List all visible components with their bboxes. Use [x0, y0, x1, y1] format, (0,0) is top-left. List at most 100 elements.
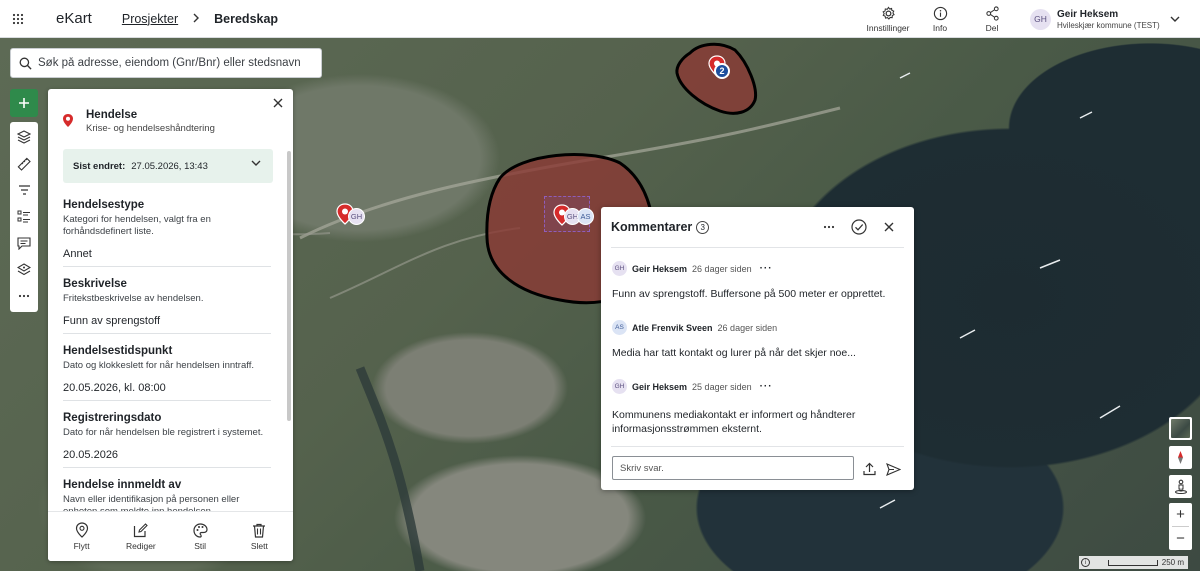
reply-input[interactable] — [612, 456, 854, 480]
settings-button[interactable]: Innstillinger — [862, 0, 914, 38]
panel-close-button[interactable] — [271, 96, 285, 110]
comment-more-button[interactable]: ··· — [760, 381, 773, 391]
basemap-switcher[interactable] — [1169, 417, 1192, 440]
zoom-control: + − — [1169, 503, 1192, 550]
breadcrumb-parent-link[interactable]: Prosjekter — [122, 12, 178, 26]
user-name: Geir Heksem — [1057, 8, 1119, 20]
style-button[interactable]: Stil — [175, 522, 225, 551]
layers-icon — [17, 130, 31, 144]
field-title: Hendelse innmeldt av — [63, 479, 182, 491]
zoom-in-button[interactable]: + — [1169, 503, 1192, 526]
divider — [63, 400, 271, 401]
info-icon — [933, 6, 947, 20]
chevron-down-icon — [1170, 16, 1180, 22]
comments-resolve-button[interactable] — [844, 217, 874, 237]
layers-button[interactable] — [10, 124, 38, 151]
share-label: Del — [985, 22, 999, 33]
scale-label: 250 m — [1161, 558, 1184, 567]
scale-line — [1107, 559, 1158, 566]
share-button[interactable]: Del — [966, 0, 1018, 38]
divider — [63, 333, 271, 334]
filter-button[interactable] — [10, 177, 38, 204]
field-beskrivelse: Beskrivelse Fritekstbeskrivelse av hende… — [63, 278, 271, 327]
comment-text: Funn av sprengstoff. Buffersone på 500 m… — [612, 288, 886, 300]
compass-button[interactable] — [1169, 446, 1192, 469]
marker-avatar-as[interactable]: AS — [577, 208, 594, 225]
user-menu[interactable]: GH Geir Heksem Hvileskjær kommune (TEST) — [1030, 0, 1200, 38]
comments-close-button[interactable] — [874, 217, 904, 237]
user-avatar: GH — [1030, 8, 1051, 30]
trash-icon — [253, 523, 266, 538]
field-desc: Dato for når hendelsen ble registrert i … — [63, 427, 264, 438]
delete-button[interactable]: Slett — [234, 523, 284, 551]
comment-avatar: GH — [612, 261, 627, 276]
panel-subtitle: Krise- og hendelseshåndtering — [86, 123, 215, 134]
comment-time: 26 dager siden — [692, 263, 752, 274]
details-panel: Hendelse Krise- og hendelseshåndtering S… — [48, 89, 293, 561]
field-title: Hendelsestype — [63, 199, 145, 211]
panel-title: Hendelse — [86, 109, 138, 121]
comment-more-button[interactable]: ··· — [760, 263, 773, 273]
left-toolbar — [10, 122, 38, 312]
field-registreringsdato: Registreringsdato Dato for når hendelsen… — [63, 412, 271, 461]
panel-scrollbar[interactable] — [287, 151, 291, 421]
panel-footer: Flytt Rediger Stil Slett — [48, 511, 293, 561]
comment-time: 26 dager siden — [717, 322, 778, 333]
share-icon — [985, 5, 999, 21]
field-title: Hendelsestidspunkt — [63, 345, 173, 357]
delete-label: Slett — [250, 540, 268, 551]
marker-avatar-left[interactable]: GH — [348, 208, 365, 225]
send-button[interactable] — [884, 460, 902, 478]
basemap-button[interactable] — [10, 257, 38, 284]
field-title: Registreringsdato — [63, 412, 162, 424]
chevron-right-icon — [192, 12, 200, 26]
attach-button[interactable] — [860, 460, 878, 478]
more-icon — [18, 295, 30, 298]
top-bar: eKart Prosjekter Beredskap Innstillinger… — [0, 0, 1200, 38]
last-changed-label: Sist endret: — [73, 160, 126, 172]
more-icon — [823, 225, 835, 229]
upload-icon — [862, 462, 876, 476]
zoom-out-button[interactable]: − — [1169, 527, 1192, 550]
breadcrumb-current: Beredskap — [214, 11, 279, 26]
last-changed-value: 27.05.2026, 13:43 — [131, 160, 208, 172]
field-hendelsestype: Hendelsestype Kategori for hendelsen, va… — [63, 199, 271, 260]
list-button[interactable] — [10, 204, 38, 231]
move-button[interactable]: Flytt — [57, 522, 107, 551]
search-input[interactable] — [38, 57, 318, 69]
location-button[interactable] — [1169, 475, 1192, 498]
comments-more-button[interactable] — [814, 217, 844, 237]
field-value: Annet — [63, 248, 92, 260]
attribution-info-icon[interactable]: i — [1080, 558, 1090, 567]
pin-icon — [75, 522, 88, 538]
cluster-badge[interactable]: 2 — [714, 63, 730, 79]
user-org: Hvileskjær kommune (TEST) — [1057, 20, 1160, 30]
person-location-icon — [1174, 479, 1187, 494]
settings-label: Innstillinger — [866, 22, 910, 33]
more-tools-button[interactable] — [10, 283, 38, 310]
measure-button[interactable] — [10, 151, 38, 178]
palette-icon — [193, 522, 208, 538]
info-label: Info — [932, 22, 948, 33]
info-button[interactable]: Info — [914, 0, 966, 38]
comments-title: Kommentarer — [611, 220, 693, 234]
field-desc: Fritekstbeskrivelse av hendelsen. — [63, 293, 204, 304]
comment-author: Geir Heksem — [632, 263, 688, 274]
move-label: Flytt — [73, 541, 90, 551]
plus-icon — [19, 98, 29, 108]
close-icon — [273, 98, 283, 108]
comment-item: GH Geir Heksem 26 dager siden ··· Funn a… — [612, 261, 902, 301]
list-icon — [17, 210, 30, 223]
check-circle-icon — [851, 219, 867, 235]
comments-button[interactable] — [10, 230, 38, 257]
search-bar[interactable] — [10, 48, 322, 78]
edit-button[interactable]: Rediger — [116, 522, 166, 551]
last-changed-accordion[interactable]: Sist endret: 27.05.2026, 13:43 — [63, 149, 273, 183]
add-button[interactable] — [10, 89, 38, 117]
comment-item: GH Geir Heksem 25 dager siden ··· Kommun… — [612, 379, 902, 436]
divider — [611, 446, 904, 447]
app-name[interactable]: eKart — [56, 10, 92, 27]
app-launcher-icon[interactable] — [0, 0, 36, 38]
stack-icon — [17, 263, 31, 275]
location-pin-icon — [63, 114, 73, 127]
